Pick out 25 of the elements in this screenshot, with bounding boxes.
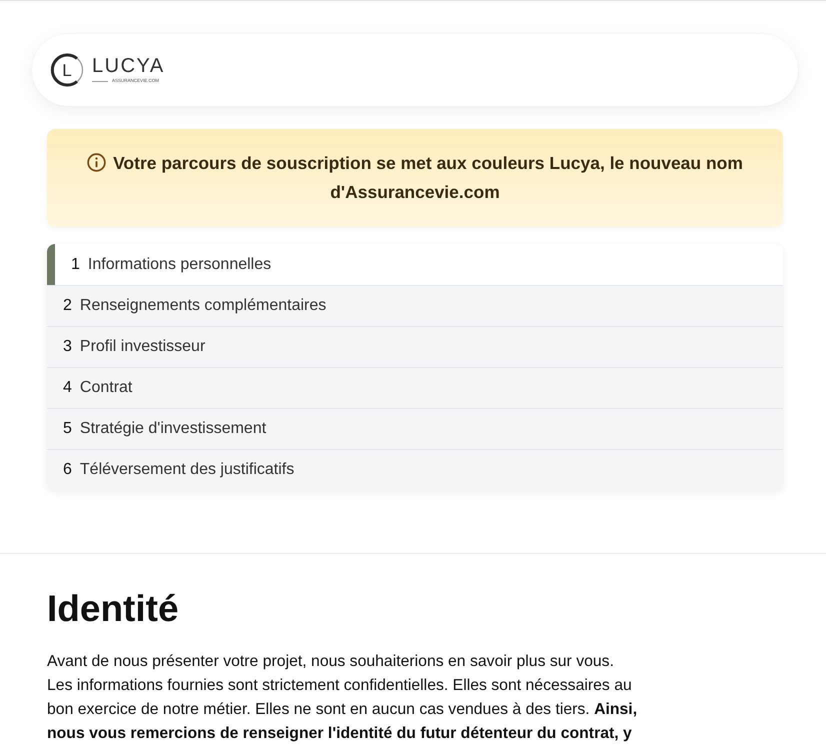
step-item[interactable]: 6 Téléversement des justificatifs xyxy=(47,449,783,490)
step-label: Stratégie d'investissement xyxy=(80,420,266,438)
step-number: 5 xyxy=(63,420,72,438)
step-number: 2 xyxy=(63,297,72,315)
step-item[interactable]: 5 Stratégie d'investissement xyxy=(47,408,783,449)
logo-letter: L xyxy=(62,62,72,78)
step-label: Renseignements complémentaires xyxy=(80,297,326,315)
step-label: Contrat xyxy=(80,379,132,397)
step-label: Informations personnelles xyxy=(88,256,272,274)
notice-text: Votre parcours de souscription se met aux couleurs Lucya, le nouveau nom d'Assurancevie.com xyxy=(63,149,767,207)
step-label: Téléversement des justificatifs xyxy=(80,461,294,479)
step-item[interactable]: 2 Renseignements complémentaires xyxy=(47,285,783,326)
logo-wordmark: LUCYA xyxy=(92,56,165,76)
step-number: 4 xyxy=(63,379,72,397)
step-number: 1 xyxy=(71,256,80,274)
step-item[interactable]: 4 Contrat xyxy=(47,367,783,408)
step-item[interactable]: 3 Profil investisseur xyxy=(47,326,783,367)
intro-paragraph: Avant de nous présenter votre projet, nous souhaiterions en savoir plus sur vous. Les informations fournies sont strictement confidentielles. Elles sont nécessaires au bon exercice de notre métier. Elles ne sont en aucun cas vendues à des tiers. Ainsi, nous vous remercions de renseigner l'identité du futur détenteur du contrat, y xyxy=(47,652,638,744)
ring-icon xyxy=(50,53,84,87)
step-item[interactable]: 1 Informations personnelles xyxy=(47,244,783,285)
section-title: Identité xyxy=(47,587,179,631)
step-label: Profil investisseur xyxy=(80,338,206,356)
info-icon xyxy=(87,153,106,172)
step-number: 6 xyxy=(63,461,72,479)
step-number: 3 xyxy=(63,338,72,356)
